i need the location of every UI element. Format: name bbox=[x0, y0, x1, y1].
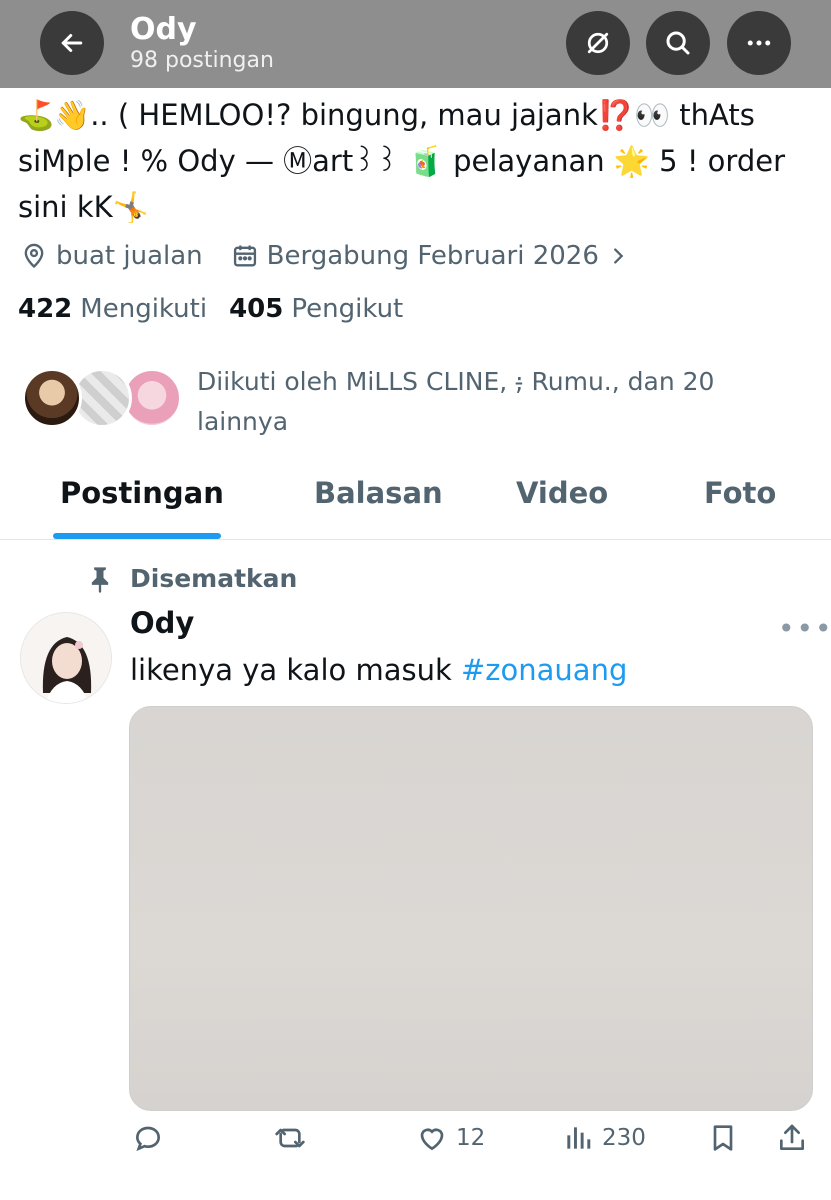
post-author-avatar[interactable] bbox=[20, 612, 112, 704]
hide-icon bbox=[587, 32, 609, 54]
follow-counts: 422 Mengikuti 405 Pengikut bbox=[18, 294, 425, 324]
hashtag-link[interactable]: #zonauang bbox=[461, 653, 627, 687]
repost-button[interactable] bbox=[274, 1122, 306, 1154]
location-text: buat jualan bbox=[56, 241, 203, 271]
more-icon bbox=[747, 40, 771, 46]
search-button[interactable] bbox=[646, 11, 710, 75]
followers-count: 405 bbox=[229, 294, 284, 324]
heart-icon bbox=[420, 1128, 444, 1151]
views-chart-icon bbox=[567, 1127, 591, 1149]
following-count: 422 bbox=[18, 294, 73, 324]
header-name: Ody bbox=[130, 12, 197, 47]
pinned-label: Disematkan bbox=[88, 564, 297, 593]
share-icon bbox=[780, 1124, 804, 1150]
pin-icon bbox=[91, 566, 109, 593]
joined-item[interactable]: Bergabung Februari 2026 bbox=[231, 241, 629, 271]
post-more-icon[interactable]: ••• bbox=[778, 612, 831, 645]
bookmark-button[interactable] bbox=[707, 1122, 739, 1154]
repost-icon bbox=[275, 1128, 305, 1148]
following-link[interactable]: 422 Mengikuti bbox=[18, 294, 207, 324]
followers-link[interactable]: 405 Pengikut bbox=[229, 294, 403, 324]
follower-avatar bbox=[22, 368, 82, 428]
views-button[interactable]: 230 bbox=[562, 1122, 646, 1154]
location-item: buat jualan bbox=[20, 241, 203, 271]
hide-button[interactable] bbox=[566, 11, 630, 75]
post-actions: 12 230 bbox=[130, 1122, 820, 1168]
post-text: likenya ya kalo masuk #zonauang bbox=[130, 650, 627, 690]
avatar-photo bbox=[21, 613, 111, 703]
profile-tabs: Postingan Balasan Video Foto bbox=[0, 460, 831, 540]
tab-balasan[interactable]: Balasan bbox=[314, 476, 443, 510]
tab-postingan[interactable]: Postingan bbox=[60, 476, 224, 510]
profile-bio: ⛳👋.. ( HEMLOO!? bingung, mau jajank⁉️👀 t… bbox=[18, 98, 795, 224]
tab-video[interactable]: Video bbox=[516, 476, 608, 510]
calendar-icon bbox=[233, 245, 256, 267]
followed-by-row[interactable]: Diikuti oleh MiLLS CLINE, ;̵ Rumu., dan … bbox=[22, 362, 822, 442]
like-button[interactable]: 12 bbox=[416, 1122, 485, 1154]
location-pin-icon bbox=[24, 243, 44, 269]
back-arrow-icon bbox=[61, 34, 83, 52]
followers-label: Pengikut bbox=[291, 294, 404, 324]
share-button[interactable] bbox=[776, 1122, 808, 1154]
views-count: 230 bbox=[602, 1125, 646, 1151]
profile-meta: buat jualan Bergabung Februari 2026 bbox=[20, 236, 657, 276]
back-button[interactable] bbox=[40, 11, 104, 75]
post-author-name[interactable]: Ody bbox=[130, 606, 194, 640]
bookmark-icon bbox=[713, 1125, 733, 1151]
pinned-text: Disematkan bbox=[130, 564, 298, 593]
followed-by-text: Diikuti oleh MiLLS CLINE, ;̵ Rumu., dan … bbox=[197, 367, 715, 436]
like-count: 12 bbox=[456, 1125, 486, 1151]
more-button[interactable] bbox=[727, 11, 791, 75]
active-tab-indicator bbox=[53, 533, 221, 539]
chevron-right-icon bbox=[613, 248, 624, 264]
following-label: Mengikuti bbox=[80, 294, 208, 324]
header-post-count: 98 postingan bbox=[130, 48, 274, 73]
profile-header: Ody 98 postingan bbox=[0, 0, 831, 88]
reply-icon bbox=[135, 1126, 161, 1152]
search-icon bbox=[666, 31, 690, 55]
reply-button[interactable] bbox=[132, 1122, 164, 1154]
joined-text: Bergabung Februari 2026 bbox=[266, 241, 599, 271]
post-media-image[interactable] bbox=[129, 706, 813, 1111]
tab-foto[interactable]: Foto bbox=[704, 476, 776, 510]
post-body: likenya ya kalo masuk bbox=[130, 653, 461, 687]
